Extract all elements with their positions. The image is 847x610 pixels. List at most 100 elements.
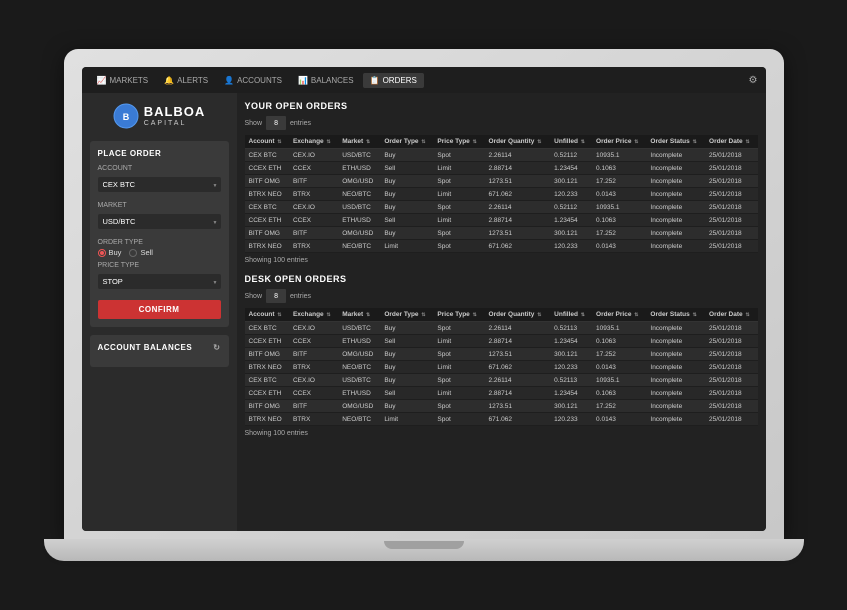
cell-unfilled: 120.233 <box>550 413 592 426</box>
show-entries-open: Show entries <box>245 116 758 130</box>
buy-label: Buy <box>109 248 122 257</box>
cell-quantity: 1273.51 <box>485 175 551 188</box>
account-select[interactable]: CEX BTC <box>98 177 221 192</box>
market-select[interactable]: USD/BTC <box>98 214 221 229</box>
cell-account: CCEX ETH <box>245 162 289 175</box>
refresh-icon[interactable]: ↻ <box>213 343 220 352</box>
market-field-group: Market USD/BTC <box>98 202 221 234</box>
cell-exchange: BTRX <box>289 361 338 374</box>
cell-price: 17.252 <box>592 227 646 240</box>
desk-sort-quantity[interactable]: ⇅ <box>537 312 541 318</box>
confirm-button[interactable]: CONFIRM <box>98 300 221 319</box>
table-row: BTRX NEO BTRX NEO/BTC Buy Limit 671.062 … <box>245 361 758 374</box>
sort-quantity[interactable]: ⇅ <box>537 139 541 145</box>
cell-status: Incomplete <box>646 335 705 348</box>
cell-quantity: 2.26114 <box>485 374 551 387</box>
desk-col-status: Order Status ⇅ <box>646 308 705 322</box>
laptop-body: 📈 MARKETS 🔔 ALERTS 👤 ACCOUNTS 📊 BALANCES <box>64 49 784 539</box>
desk-sort-market[interactable]: ⇅ <box>366 312 370 318</box>
buy-radio-label[interactable]: Buy <box>98 248 122 257</box>
sort-unfilled[interactable]: ⇅ <box>581 139 585 145</box>
sell-radio-label[interactable]: Sell <box>129 248 153 257</box>
desk-sort-date[interactable]: ⇅ <box>745 312 749 318</box>
cell-unfilled: 120.233 <box>550 188 592 201</box>
place-order-title: PLACE ORDER <box>98 149 221 158</box>
cell-quantity: 2.88714 <box>485 387 551 400</box>
desk-sort-order-type[interactable]: ⇅ <box>421 312 425 318</box>
sort-date[interactable]: ⇅ <box>745 139 749 145</box>
sort-order-type[interactable]: ⇅ <box>421 139 425 145</box>
desk-sort-account[interactable]: ⇅ <box>277 312 281 318</box>
cell-unfilled: 1.23454 <box>550 162 592 175</box>
cell-quantity: 671.062 <box>485 361 551 374</box>
alerts-icon: 🔔 <box>164 76 174 85</box>
cell-price: 10935.1 <box>592 322 646 335</box>
table-row: CCEX ETH CCEX ETH/USD Sell Limit 2.88714… <box>245 387 758 400</box>
col-status: Order Status ⇅ <box>646 135 705 149</box>
desk-sort-exchange[interactable]: ⇅ <box>326 312 330 318</box>
cell-price: 0.0143 <box>592 240 646 253</box>
cell-status: Incomplete <box>646 149 705 162</box>
sort-price-type[interactable]: ⇅ <box>473 139 477 145</box>
cell-price-type: Spot <box>433 149 484 162</box>
sort-price[interactable]: ⇅ <box>634 139 638 145</box>
cell-date: 25/01/2018 <box>705 214 757 227</box>
tab-accounts[interactable]: 👤 ACCOUNTS <box>217 73 289 88</box>
cell-price-type: Spot <box>433 322 484 335</box>
sort-account[interactable]: ⇅ <box>277 139 281 145</box>
desk-sort-unfilled[interactable]: ⇅ <box>581 312 585 318</box>
table-row: CEX BTC CEX.IO USD/BTC Buy Spot 2.26114 … <box>245 149 758 162</box>
cell-status: Incomplete <box>646 374 705 387</box>
cell-date: 25/01/2018 <box>705 227 757 240</box>
cell-exchange: BITF <box>289 348 338 361</box>
cell-order-type: Sell <box>380 335 433 348</box>
cell-price: 0.1063 <box>592 335 646 348</box>
desk-sort-price[interactable]: ⇅ <box>634 312 638 318</box>
open-orders-section: YOUR OPEN ORDERS Show entries Account ⇅ <box>245 101 758 264</box>
col-price-type: Price Type ⇅ <box>433 135 484 149</box>
sort-status[interactable]: ⇅ <box>693 139 697 145</box>
cell-price-type: Spot <box>433 240 484 253</box>
cell-account: BTRX NEO <box>245 413 289 426</box>
table-row: BITF OMG BITF OMG/USD Buy Spot 1273.51 3… <box>245 227 758 240</box>
settings-button[interactable]: ⚙ <box>749 75 758 86</box>
desk-sort-status[interactable]: ⇅ <box>693 312 697 318</box>
tab-alerts[interactable]: 🔔 ALERTS <box>157 73 215 88</box>
buy-radio-dot <box>98 249 106 257</box>
cell-account: BTRX NEO <box>245 361 289 374</box>
desk-orders-table: Account ⇅ Exchange ⇅ Market ⇅ Order Type… <box>245 308 758 426</box>
tab-orders[interactable]: 📋 ORDERS <box>363 73 424 88</box>
sort-exchange[interactable]: ⇅ <box>326 139 330 145</box>
col-unfilled: Unfilled ⇅ <box>550 135 592 149</box>
cell-date: 25/01/2018 <box>705 387 757 400</box>
account-balances-title: ACCOUNT BALANCES ↻ <box>98 343 221 352</box>
cell-date: 25/01/2018 <box>705 175 757 188</box>
cell-order-type: Sell <box>380 162 433 175</box>
tab-balances[interactable]: 📊 BALANCES <box>291 73 361 88</box>
account-label: Account <box>98 165 221 172</box>
cell-quantity: 671.062 <box>485 240 551 253</box>
tab-markets[interactable]: 📈 MARKETS <box>90 73 156 88</box>
settings-icon: ⚙ <box>749 75 758 86</box>
col-order-type: Order Type ⇅ <box>380 135 433 149</box>
entries-input-open[interactable] <box>266 116 286 130</box>
cell-unfilled: 0.52112 <box>550 149 592 162</box>
cell-account: CEX BTC <box>245 374 289 387</box>
price-type-select[interactable]: STOP <box>98 274 221 289</box>
show-entries-desk: Show entries <box>245 289 758 303</box>
sort-market[interactable]: ⇅ <box>366 139 370 145</box>
tab-orders-label: ORDERS <box>383 76 417 85</box>
cell-order-type: Sell <box>380 387 433 400</box>
cell-price: 0.0143 <box>592 361 646 374</box>
cell-account: BITF OMG <box>245 348 289 361</box>
cell-unfilled: 300.121 <box>550 400 592 413</box>
price-type-label: Price Type <box>98 262 221 269</box>
cell-exchange: CEX.IO <box>289 201 338 214</box>
desk-sort-price-type[interactable]: ⇅ <box>473 312 477 318</box>
sell-label: Sell <box>140 248 153 257</box>
table-row: BITF OMG BITF OMG/USD Buy Spot 1273.51 3… <box>245 175 758 188</box>
entries-input-desk[interactable] <box>266 289 286 303</box>
cell-quantity: 1273.51 <box>485 348 551 361</box>
cell-unfilled: 300.121 <box>550 227 592 240</box>
cell-market: ETH/USD <box>338 214 380 227</box>
